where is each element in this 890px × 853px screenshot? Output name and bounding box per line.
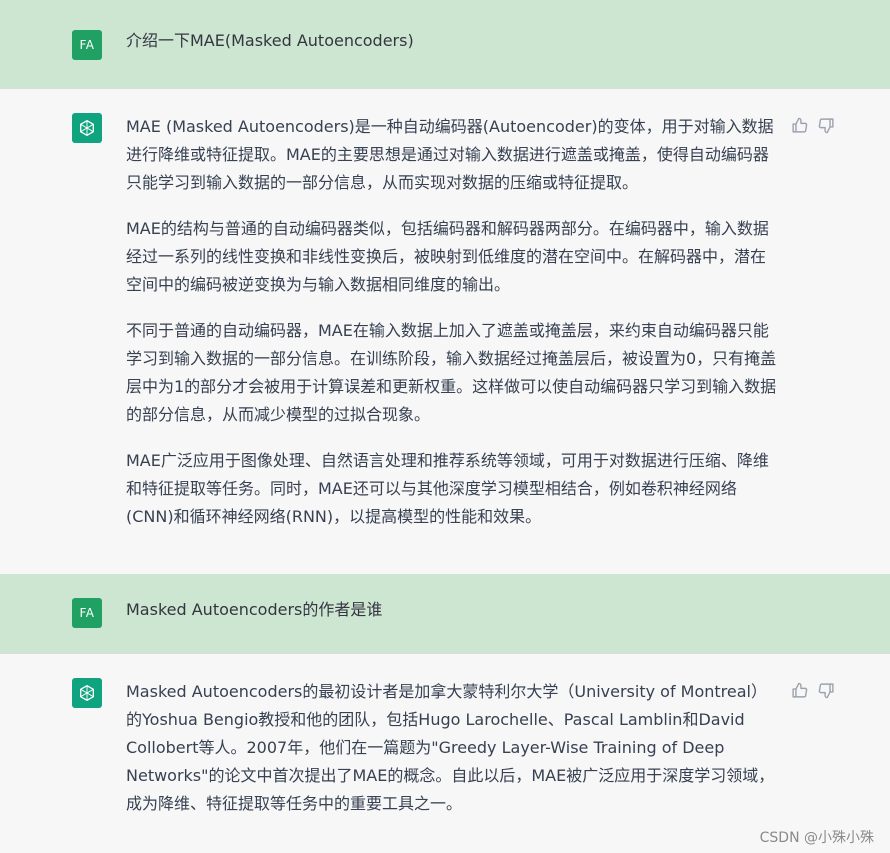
- watermark: CSDN @小殊小殊: [759, 830, 874, 846]
- user-avatar: FA: [72, 30, 102, 60]
- paragraph: MAE (Masked Autoencoders)是一种自动编码器(Autoen…: [126, 117, 774, 192]
- openai-logo-icon: [72, 113, 102, 143]
- thumbs-up-icon[interactable]: [791, 117, 808, 134]
- user-message-1: FA 介绍一下MAE(Masked Autoencoders): [0, 0, 890, 89]
- paragraph: 不同于普通的自动编码器，MAE在输入数据上加入了遮盖或掩盖层，来约束自动编码器只…: [126, 321, 777, 424]
- assistant-message-1: MAE (Masked Autoencoders)是一种自动编码器(Autoen…: [0, 89, 890, 574]
- paragraph: Masked Autoencoders的最初设计者是加拿大蒙特利尔大学（Univ…: [126, 682, 775, 813]
- openai-logo-icon: [72, 678, 102, 708]
- thumbs-down-icon[interactable]: [818, 682, 835, 699]
- user-message-text: 介绍一下MAE(Masked Autoencoders): [126, 31, 414, 50]
- assistant-message-text: Masked Autoencoders的最初设计者是加拿大蒙特利尔大学（Univ…: [126, 678, 781, 836]
- feedback-actions: [791, 682, 835, 699]
- paragraph: MAE的结构与普通的自动编码器类似，包括编码器和解码器两部分。在编码器中，输入数…: [126, 219, 769, 294]
- user-avatar: FA: [72, 598, 102, 628]
- thumbs-up-icon[interactable]: [791, 682, 808, 699]
- user-message-2: FA Masked Autoencoders的作者是谁: [0, 574, 890, 654]
- paragraph: MAE广泛应用于图像处理、自然语言处理和推荐系统等领域，可用于对数据进行压缩、降…: [126, 451, 769, 526]
- user-message-text: Masked Autoencoders的作者是谁: [126, 600, 383, 619]
- assistant-message-text: MAE (Masked Autoencoders)是一种自动编码器(Autoen…: [126, 113, 781, 549]
- thumbs-down-icon[interactable]: [818, 117, 835, 134]
- assistant-message-2: Masked Autoencoders的最初设计者是加拿大蒙特利尔大学（Univ…: [0, 654, 890, 853]
- feedback-actions: [791, 117, 835, 134]
